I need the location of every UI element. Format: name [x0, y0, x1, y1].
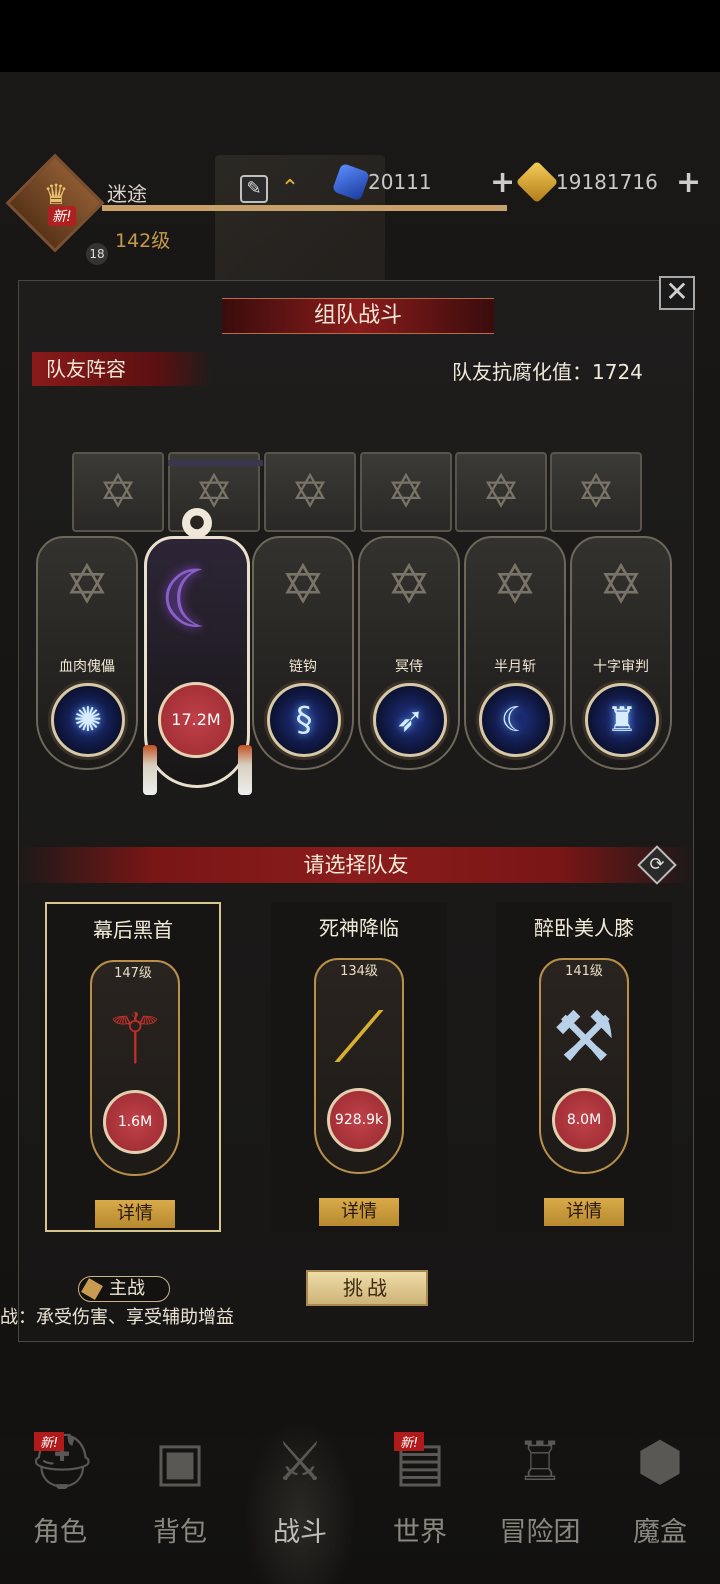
skill-icon: ☾ [479, 683, 553, 757]
skill-icon: ✺ [51, 683, 125, 757]
nav-new-badge: 新! [34, 1432, 65, 1451]
team-lineup-label: 队友阵容 [32, 352, 212, 386]
nav-label: 魔盒 [633, 1517, 687, 1548]
detail-button[interactable]: 详情 [95, 1200, 175, 1228]
skill-name: 十字审判 [593, 659, 649, 675]
nav-character[interactable]: ⛑ 新! 角色 [0, 1420, 120, 1580]
teammate-card[interactable]: 醉卧美人膝 141级 ⚒ 8.0M 详情 [496, 902, 672, 1232]
teammate-name: 幕后黑首 [93, 918, 173, 942]
skill-icon: ➶ [373, 683, 447, 757]
teammate-level: 134级 [340, 964, 378, 979]
back-slot[interactable]: ✡ [264, 452, 356, 532]
flesh-puppet-icon: ✺ [73, 700, 103, 740]
tassel-ornament [238, 745, 252, 795]
nav-label: 背包 [153, 1517, 207, 1548]
modal-title: 组队战斗 [222, 298, 494, 334]
nav-magic-box[interactable]: ⬢ 魔盒 [600, 1420, 720, 1580]
avatar-new-badge: 新! [48, 206, 76, 226]
back-slot[interactable]: ✡ [360, 452, 452, 532]
backpack-icon: ▣ [154, 1430, 206, 1493]
hexagram-icon: ✡ [280, 553, 326, 616]
teammate-power: 1.6M [103, 1090, 167, 1154]
nav-label: 冒险团 [499, 1517, 581, 1548]
nav-label: 战斗 [273, 1517, 327, 1548]
skill-card[interactable]: ✡ 十字审判 ♜ [570, 536, 672, 770]
hexagram-icon: ✡ [576, 464, 616, 518]
hexagram-icon: ✡ [481, 464, 521, 518]
staff-icon: ⚚ [103, 998, 167, 1080]
teammate-level: 141级 [565, 964, 603, 979]
teammate-level: 147级 [114, 966, 152, 981]
hexagram-icon: ✡ [598, 553, 644, 616]
skill-card[interactable]: ✡ 冥侍 ➶ [358, 536, 460, 770]
xp-bar [102, 205, 507, 211]
xp-bar-fill [102, 205, 507, 211]
axe-icon: ⚒ [552, 996, 616, 1078]
nav-label: 角色 [33, 1517, 87, 1548]
main-battle-description: 战：承受伤害、享受辅助增益 [0, 1307, 234, 1328]
add-gold-button[interactable]: + [676, 168, 701, 198]
teammate-name: 醉卧美人膝 [534, 916, 634, 940]
back-slot[interactable]: ✡ [455, 452, 547, 532]
edit-icon[interactable]: ✎ [240, 175, 268, 203]
hexagram-icon: ✡ [194, 464, 234, 518]
skill-name: 血肉傀儡 [59, 659, 115, 675]
player-level: 142级 [115, 230, 171, 252]
skill-name: 半月斩 [494, 659, 536, 675]
skill-icon: § [267, 683, 341, 757]
team-resistance-value: 队友抗腐化值：1724 [452, 360, 643, 384]
tassel-ornament [143, 745, 157, 795]
hexagram-icon: ✡ [492, 553, 538, 616]
hexagram-icon: ✡ [386, 553, 432, 616]
crown-icon: ♛ [43, 178, 69, 211]
nav-label: 世界 [393, 1517, 447, 1548]
skill-icon: ♜ [585, 683, 659, 757]
skill-card[interactable]: ✡ 链钩 § [252, 536, 354, 770]
teammate-power: 928.9k [327, 1088, 391, 1152]
back-slot[interactable]: ✡ [72, 452, 164, 532]
back-slot[interactable]: ✡ [550, 452, 642, 532]
nav-new-badge: 新! [394, 1432, 425, 1451]
nav-world[interactable]: ▤ 新! 世界 [360, 1420, 480, 1580]
skill-card[interactable]: ✡ 血肉傀儡 ✺ [36, 536, 138, 770]
detail-button[interactable]: 详情 [319, 1198, 399, 1226]
nav-adventure-group[interactable]: ♖ 冒险团 [480, 1420, 600, 1580]
cube-icon: ⬢ [636, 1430, 684, 1493]
person-icon: ● [182, 508, 212, 538]
challenge-button[interactable]: 挑战 [306, 1270, 428, 1306]
skill-card[interactable]: ✡ 半月斩 ☾ [464, 536, 566, 770]
shield-sword-icon: ⚔ [275, 1430, 325, 1493]
nav-battle[interactable]: ⚔ 战斗 [240, 1420, 360, 1580]
player-name: 迷途 [107, 182, 147, 206]
hexagram-icon: ✡ [290, 464, 330, 518]
detail-button[interactable]: 详情 [544, 1198, 624, 1226]
gold-count: 19181716 [556, 170, 658, 194]
close-button[interactable]: ✕ [659, 276, 695, 310]
gem-count: 20111 [368, 170, 432, 194]
cross-judgment-icon: ♜ [606, 700, 638, 740]
select-teammate-header: 请选择队友 [18, 847, 694, 883]
teammate-card[interactable]: 死神降临 134级 ⟋ 928.9k 详情 [271, 902, 447, 1232]
hexagram-icon: ✡ [98, 464, 138, 518]
rank-chevron-icon[interactable]: ⌃ [276, 176, 304, 204]
chain-hook-icon: § [295, 700, 313, 740]
leader-power-orb: 17.2M [158, 682, 234, 758]
refresh-icon: ⟳ [649, 854, 665, 875]
avatar-level-badge: 18 [86, 243, 108, 265]
skill-name: 冥侍 [395, 659, 423, 675]
hexagram-icon: ✡ [64, 553, 110, 616]
teammate-card[interactable]: 幕后黑首 147级 ⚚ 1.6M 详情 [45, 902, 221, 1232]
underworld-servant-icon: ➶ [395, 700, 425, 740]
crescent-slash-icon: ☾ [500, 700, 532, 740]
castle-icon: ♖ [515, 1430, 565, 1493]
skill-name: 链钩 [289, 659, 317, 675]
add-gems-button[interactable]: + [490, 168, 515, 198]
nav-backpack[interactable]: ▣ 背包 [120, 1420, 240, 1580]
spear-icon: ⟋ [334, 996, 384, 1078]
hexagram-icon: ✡ [386, 464, 426, 518]
teammate-power: 8.0M [552, 1088, 616, 1152]
scythe-icon: ☾ [159, 553, 231, 646]
teammate-name: 死神降临 [319, 916, 399, 940]
